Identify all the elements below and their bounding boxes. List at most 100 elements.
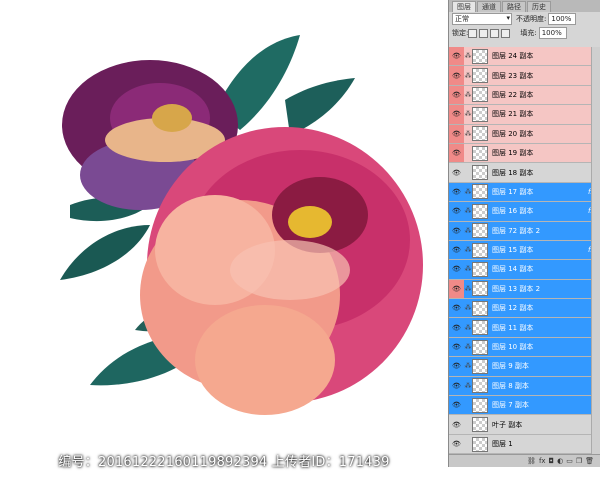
layer-thumbnail[interactable] bbox=[472, 358, 488, 374]
tab-history[interactable]: 历史 bbox=[527, 1, 551, 12]
layer-name[interactable]: 图层 18 副本 bbox=[492, 168, 588, 178]
layer-thumbnail[interactable] bbox=[472, 48, 488, 64]
layer-name[interactable]: 图层 7 副本 bbox=[492, 400, 588, 410]
tab-paths[interactable]: 路径 bbox=[502, 1, 526, 12]
layer-name[interactable]: 图层 20 副本 bbox=[492, 129, 588, 139]
layer-thumbnail[interactable] bbox=[472, 87, 488, 103]
layer-row[interactable]: 👁 ⁂ 图层 11 副本 bbox=[449, 318, 600, 338]
layer-row[interactable]: 👁 ⁂ 图层 12 副本 bbox=[449, 299, 600, 319]
layer-name[interactable]: 图层 19 副本 bbox=[492, 148, 588, 158]
visibility-eye-icon[interactable]: 👁 bbox=[449, 299, 464, 317]
layer-name[interactable]: 图层 23 副本 bbox=[492, 71, 588, 81]
layer-name[interactable]: 图层 15 副本 bbox=[492, 245, 588, 255]
lock-all-icon[interactable] bbox=[501, 28, 511, 38]
layer-name[interactable]: 图层 16 副本 bbox=[492, 206, 588, 216]
layer-row[interactable]: 👁 ⁂ 图层 9 副本 bbox=[449, 357, 600, 377]
layer-row[interactable]: 👁 图层 19 副本 bbox=[449, 143, 600, 164]
layer-thumbnail[interactable] bbox=[472, 223, 488, 239]
opacity-input[interactable]: 100% bbox=[548, 13, 577, 25]
visibility-eye-icon[interactable]: 👁 bbox=[449, 143, 464, 163]
layer-name[interactable]: 图层 72 副本 2 bbox=[492, 226, 588, 236]
layer-thumbnail[interactable] bbox=[472, 106, 488, 122]
layer-thumbnail[interactable] bbox=[472, 417, 488, 433]
layer-name[interactable]: 图层 13 副本 2 bbox=[492, 284, 588, 294]
layer-thumbnail[interactable] bbox=[472, 68, 488, 84]
layer-name[interactable]: 图层 12 副本 bbox=[492, 303, 588, 313]
layer-row[interactable]: 👁 叶子 副本 bbox=[449, 415, 600, 435]
layer-row[interactable]: 👁 ⁂ 图层 13 副本 2 bbox=[449, 279, 600, 300]
visibility-eye-icon[interactable]: 👁 bbox=[449, 66, 464, 85]
visibility-eye-icon[interactable]: 👁 bbox=[449, 124, 464, 143]
lock-transparency-icon[interactable] bbox=[468, 28, 478, 38]
layer-name[interactable]: 图层 24 副本 bbox=[492, 51, 588, 61]
layer-thumbnail[interactable] bbox=[472, 281, 488, 297]
layer-thumbnail[interactable] bbox=[472, 300, 488, 316]
new-layer-icon[interactable]: ❐ bbox=[576, 457, 582, 465]
layer-thumbnail[interactable] bbox=[472, 165, 488, 181]
layer-row[interactable]: 👁 图层 7 副本 bbox=[449, 396, 600, 416]
visibility-eye-icon[interactable]: 👁 bbox=[449, 338, 464, 356]
layer-mask-icon[interactable]: ◘ bbox=[549, 457, 555, 465]
visibility-eye-icon[interactable]: 👁 bbox=[449, 105, 464, 124]
visibility-eye-icon[interactable]: 👁 bbox=[449, 260, 464, 278]
layer-row[interactable]: 👁 ⁂ 图层 14 副本 bbox=[449, 260, 600, 280]
lock-position-icon[interactable] bbox=[490, 28, 500, 38]
layer-name[interactable]: 图层 8 副本 bbox=[492, 381, 588, 391]
layer-row[interactable]: 👁⁂图层 17 副本fx bbox=[449, 182, 600, 203]
layer-row[interactable]: 👁 ⁂ 图层 21 副本 bbox=[449, 105, 600, 125]
document-canvas[interactable] bbox=[0, 0, 448, 485]
tab-channels[interactable]: 通道 bbox=[477, 1, 501, 12]
visibility-eye-icon[interactable]: 👁 bbox=[449, 357, 464, 375]
layer-row[interactable]: 👁 ⁂ 图层 23 副本 bbox=[449, 66, 600, 86]
blend-mode-select[interactable]: 正常 bbox=[452, 13, 512, 25]
layer-row[interactable]: 👁 ⁂ 图层 10 副本 bbox=[449, 337, 600, 358]
layer-name[interactable]: 图层 9 副本 bbox=[492, 361, 588, 371]
layer-name[interactable]: 图层 22 副本 bbox=[492, 90, 588, 100]
visibility-eye-icon[interactable]: 👁 bbox=[449, 415, 464, 433]
visibility-eye-icon[interactable]: 👁 bbox=[449, 377, 464, 395]
layer-thumbnail[interactable] bbox=[472, 378, 488, 394]
layer-name[interactable]: 图层 11 副本 bbox=[492, 323, 588, 333]
layer-row[interactable]: 👁 ⁂ 图层 8 副本 bbox=[449, 376, 600, 397]
fill-input[interactable]: 100% bbox=[538, 27, 567, 39]
layer-row[interactable]: 👁 ⁂ 图层 24 副本 bbox=[449, 47, 600, 67]
layer-style-icon[interactable]: fx bbox=[539, 457, 546, 465]
layer-thumbnail[interactable] bbox=[472, 242, 488, 258]
layer-name[interactable]: 图层 17 副本 bbox=[492, 187, 588, 197]
layer-thumbnail[interactable] bbox=[472, 203, 488, 219]
visibility-eye-icon[interactable]: 👁 bbox=[449, 318, 464, 336]
layer-thumbnail[interactable] bbox=[472, 145, 488, 161]
layer-thumbnail[interactable] bbox=[472, 261, 488, 277]
layer-row[interactable]: 👁⁂图层 16 副本fx bbox=[449, 202, 600, 222]
layer-name[interactable]: 叶子 副本 bbox=[492, 420, 588, 430]
layer-thumbnail[interactable] bbox=[472, 397, 488, 413]
visibility-eye-icon[interactable]: 👁 bbox=[449, 202, 464, 220]
layers-scrollbar[interactable] bbox=[591, 47, 600, 454]
visibility-eye-icon[interactable]: 👁 bbox=[449, 222, 464, 240]
link-layers-icon[interactable]: ⛓ bbox=[527, 457, 536, 465]
layer-thumbnail[interactable] bbox=[472, 126, 488, 142]
layer-row[interactable]: 👁 ⁂ 图层 20 副本 bbox=[449, 124, 600, 144]
layer-thumbnail[interactable] bbox=[472, 320, 488, 336]
visibility-eye-icon[interactable]: 👁 bbox=[449, 435, 464, 453]
layer-name[interactable]: 图层 10 副本 bbox=[492, 342, 588, 352]
visibility-eye-icon[interactable]: 👁 bbox=[449, 241, 464, 259]
visibility-eye-icon[interactable]: 👁 bbox=[449, 163, 464, 181]
tab-layers[interactable]: 图层 bbox=[452, 1, 476, 12]
visibility-eye-icon[interactable]: 👁 bbox=[449, 183, 464, 201]
layer-row[interactable]: 👁 ⁂ 图层 72 副本 2 bbox=[449, 221, 600, 241]
delete-layer-icon[interactable]: 🗑 bbox=[585, 457, 594, 465]
layer-row[interactable]: 👁⁂图层 15 副本fx bbox=[449, 240, 600, 261]
visibility-eye-icon[interactable]: 👁 bbox=[449, 47, 464, 66]
layer-row[interactable]: 👁 图层 1 bbox=[449, 435, 600, 454]
new-group-icon[interactable]: ▭ bbox=[566, 457, 573, 465]
adjustment-layer-icon[interactable]: ◐ bbox=[557, 457, 563, 465]
layer-name[interactable]: 图层 1 bbox=[492, 439, 588, 449]
layer-name[interactable]: 图层 14 副本 bbox=[492, 264, 588, 274]
layer-row[interactable]: 👁 图层 18 副本 bbox=[449, 163, 600, 183]
layer-name[interactable]: 图层 21 副本 bbox=[492, 109, 588, 119]
layer-row[interactable]: 👁 ⁂ 图层 22 副本 bbox=[449, 85, 600, 106]
visibility-eye-icon[interactable]: 👁 bbox=[449, 396, 464, 414]
visibility-eye-icon[interactable]: 👁 bbox=[449, 85, 464, 105]
layer-thumbnail[interactable] bbox=[472, 184, 488, 200]
